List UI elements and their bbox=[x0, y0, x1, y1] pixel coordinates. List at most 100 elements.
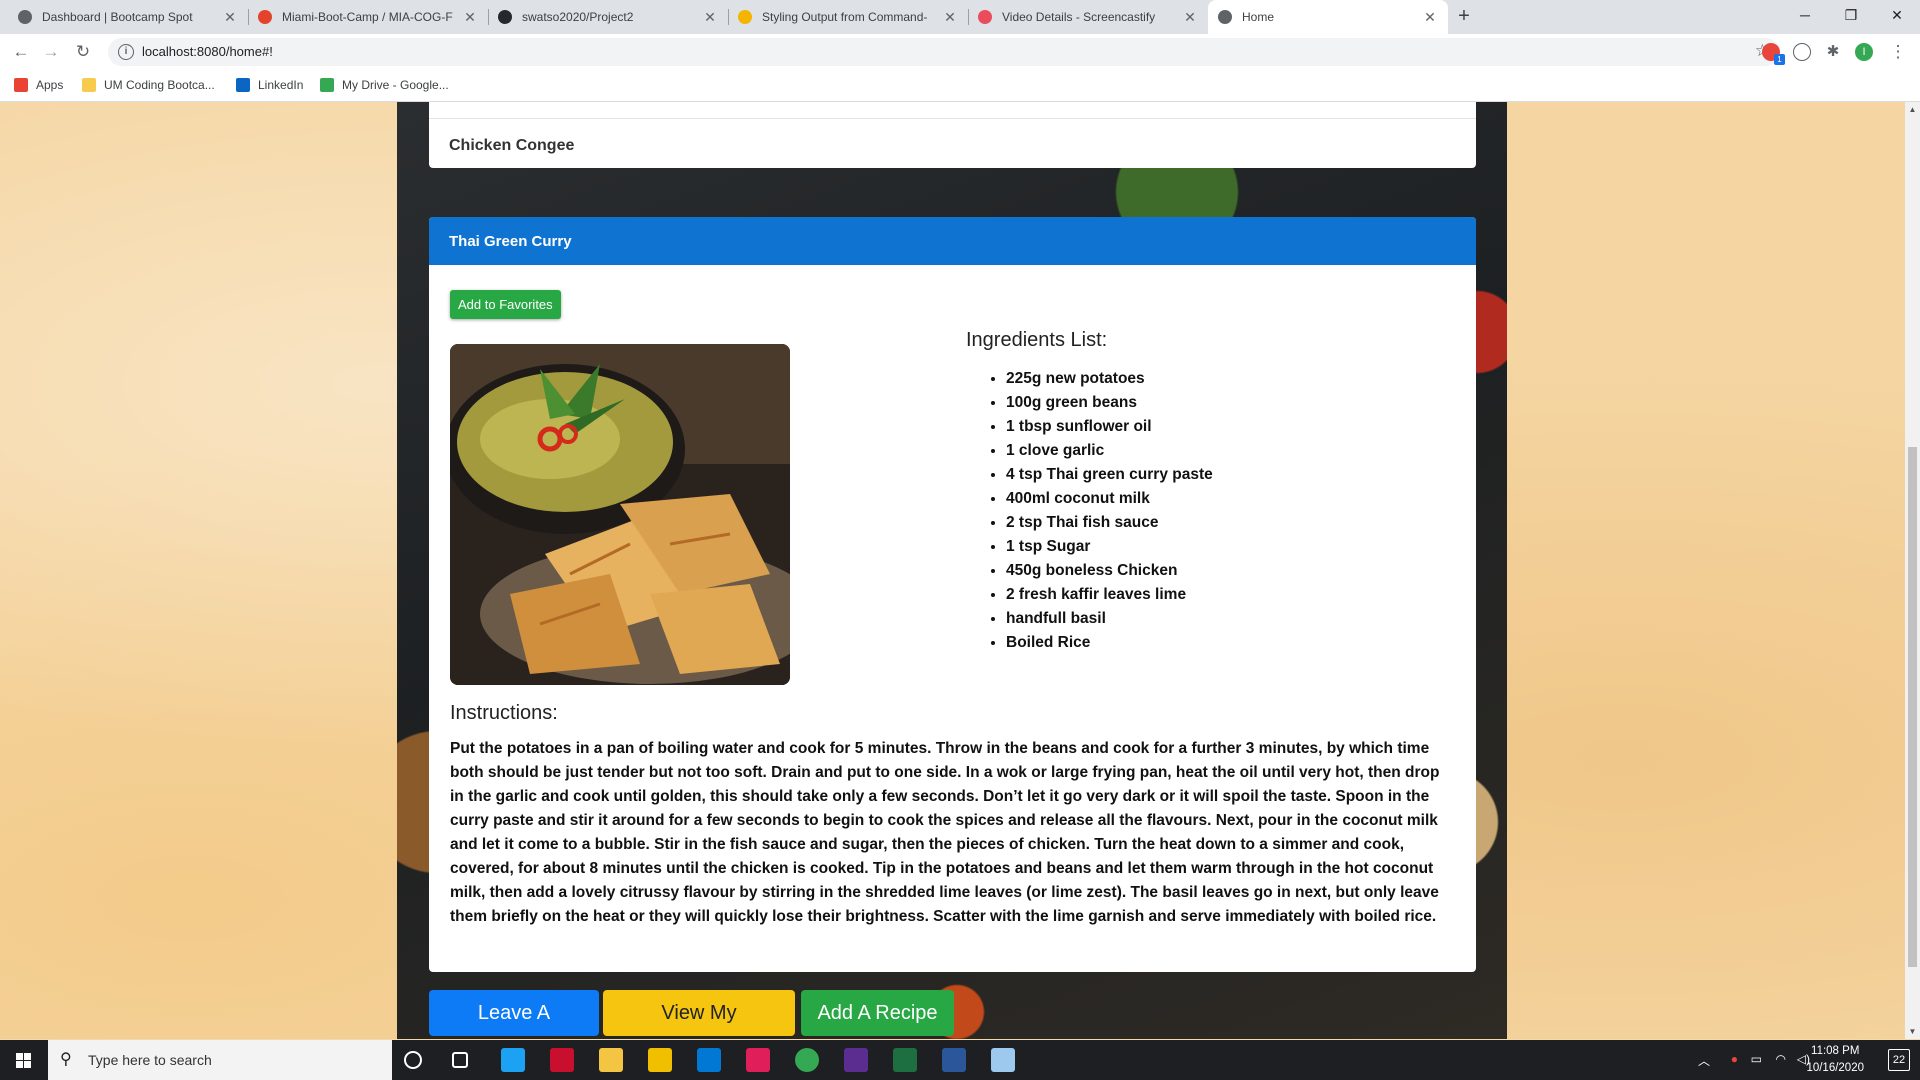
address-url[interactable]: localhost:8080/home#! bbox=[142, 44, 273, 59]
scrollbar-thumb[interactable] bbox=[1908, 447, 1917, 967]
ingredient-item: 450g boneless Chicken bbox=[1006, 559, 1213, 583]
ingredient-item: 1 tbsp sunflower oil bbox=[1006, 415, 1213, 439]
wifi-icon[interactable]: ◠ bbox=[1776, 1052, 1786, 1066]
bookmark-label: UM Coding Bootca... bbox=[104, 78, 215, 92]
tab-favicon-icon bbox=[498, 10, 512, 24]
bookmark-item[interactable]: Apps bbox=[14, 78, 63, 92]
ingredient-item: 1 tsp Sugar bbox=[1006, 535, 1213, 559]
bookmark-item[interactable]: LinkedIn bbox=[236, 78, 303, 92]
start-button[interactable] bbox=[0, 1040, 48, 1080]
instructions-heading: Instructions: bbox=[450, 702, 558, 724]
page-viewport: Chicken Congee Thai Green Curry Add to F… bbox=[0, 102, 1905, 1039]
browser-tab[interactable]: Styling Output from Command- ✕ bbox=[728, 0, 968, 34]
apps-grid-icon bbox=[14, 78, 28, 92]
ingredients-heading: Ingredients List: bbox=[966, 329, 1108, 351]
git-icon[interactable] bbox=[648, 1048, 672, 1072]
chrome-icon[interactable] bbox=[795, 1048, 819, 1072]
window-maximize-button[interactable]: ❐ bbox=[1828, 0, 1874, 30]
browser-tab[interactable]: swatso2020/Project2 ✕ bbox=[488, 0, 728, 34]
site-info-icon[interactable]: i bbox=[118, 44, 134, 60]
tab-title: Video Details - Screencastify bbox=[1002, 10, 1156, 24]
bookmark-label: Apps bbox=[36, 78, 64, 92]
recipe-header[interactable]: Thai Green Curry bbox=[429, 217, 1476, 265]
tab-title: Styling Output from Command- bbox=[762, 10, 928, 24]
address-bar[interactable]: i localhost:8080/home#! ☆ bbox=[108, 38, 1780, 66]
tab-title: Home bbox=[1242, 10, 1275, 24]
reload-icon[interactable]: ↻ bbox=[72, 41, 94, 63]
ingredient-item: handfull basil bbox=[1006, 607, 1213, 631]
lumio-icon[interactable] bbox=[501, 1048, 525, 1072]
ingredient-item: 225g new potatoes bbox=[1006, 367, 1213, 391]
ingredient-item: 400ml coconut milk bbox=[1006, 487, 1213, 511]
scroll-down-arrow-icon[interactable]: ▼ bbox=[1905, 1024, 1920, 1039]
screencastify-icon[interactable] bbox=[1793, 43, 1811, 61]
tab-favicon-icon bbox=[738, 10, 752, 24]
window-minimize-button[interactable]: ─ bbox=[1782, 0, 1828, 30]
notification-center-icon[interactable]: 22 bbox=[1888, 1049, 1910, 1071]
add-recipe-button[interactable]: Add A Recipe bbox=[801, 990, 954, 1036]
ingredient-item: 1 clove garlic bbox=[1006, 439, 1213, 463]
file-explorer-icon[interactable] bbox=[599, 1048, 623, 1072]
back-arrow-icon[interactable]: ← bbox=[10, 41, 32, 63]
leave-review-button[interactable]: Leave A Review bbox=[429, 990, 599, 1036]
profile-avatar[interactable]: I bbox=[1855, 43, 1873, 61]
tab-close-icon[interactable]: ✕ bbox=[222, 9, 238, 26]
ingredient-item: Boiled Rice bbox=[1006, 631, 1213, 655]
instructions-text: Put the potatoes in a pan of boiling wat… bbox=[450, 740, 1440, 925]
view-favorites-button[interactable]: View My Favorites bbox=[603, 990, 795, 1036]
battery-icon[interactable]: ▭ bbox=[1751, 1052, 1762, 1066]
slack-icon[interactable] bbox=[746, 1048, 770, 1072]
tray-chevron-icon[interactable]: ︿ bbox=[1698, 1052, 1710, 1069]
snip-icon[interactable] bbox=[991, 1048, 1015, 1072]
vscode-icon[interactable] bbox=[697, 1048, 721, 1072]
folder-icon bbox=[82, 78, 96, 92]
scroll-up-arrow-icon[interactable]: ▲ bbox=[1905, 102, 1920, 117]
recipe-card-chicken-congee: Chicken Congee bbox=[429, 102, 1476, 168]
bookmark-label: My Drive - Google... bbox=[342, 78, 449, 92]
ingredient-item: 100g green beans bbox=[1006, 391, 1213, 415]
browser-tab-strip: Dashboard | Bootcamp Spot ✕ Miami-Boot-Cam… bbox=[0, 0, 1920, 34]
browser-tab[interactable]: Dashboard | Bootcamp Spot ✕ bbox=[8, 0, 248, 34]
task-view-icon[interactable] bbox=[452, 1052, 468, 1068]
add-to-favorites-button[interactable]: Add to Favorites bbox=[450, 290, 561, 319]
browser-tab[interactable]: Miami-Boot-Camp / MIA-COG-F ✕ bbox=[248, 0, 488, 34]
word-icon[interactable] bbox=[942, 1048, 966, 1072]
new-tab-button[interactable]: + bbox=[1453, 6, 1475, 28]
excel-icon[interactable] bbox=[893, 1048, 917, 1072]
ingredients-list: 225g new potatoes100g green beans1 tbsp … bbox=[1006, 367, 1213, 655]
cortana-icon[interactable] bbox=[404, 1051, 422, 1069]
tab-title: Dashboard | Bootcamp Spot bbox=[42, 10, 193, 24]
forward-arrow-icon[interactable]: → bbox=[40, 41, 62, 63]
tab-favicon-icon bbox=[978, 10, 992, 24]
bookmark-item[interactable]: My Drive - Google... bbox=[320, 78, 449, 92]
tray-app-icon[interactable]: ● bbox=[1731, 1052, 1738, 1066]
browser-tab[interactable]: Video Details - Screencastify ✕ bbox=[968, 0, 1208, 34]
linkedin-icon bbox=[236, 78, 250, 92]
bookmarks-bar: Apps UM Coding Bootca... LinkedIn My Drive … bbox=[0, 70, 1920, 102]
tab-close-icon[interactable]: ✕ bbox=[1182, 9, 1198, 26]
search-placeholder[interactable]: Type here to search bbox=[88, 1052, 212, 1068]
tab-close-icon[interactable]: ✕ bbox=[942, 9, 958, 26]
visual-studio-icon[interactable] bbox=[844, 1048, 868, 1072]
search-icon: ⚲ bbox=[60, 1051, 72, 1068]
puzzle-extensions-icon[interactable]: ✱ bbox=[1824, 43, 1842, 61]
tab-close-icon[interactable]: ✕ bbox=[462, 9, 478, 26]
page-scrollbar[interactable]: ▲ ▼ bbox=[1905, 102, 1920, 1039]
window-close-button[interactable]: ✕ bbox=[1874, 0, 1920, 30]
system-clock[interactable]: 11:08 PM 10/16/2020 bbox=[1806, 1043, 1864, 1077]
taskbar-search-box[interactable]: ⚲ Type here to search bbox=[48, 1040, 392, 1080]
menu-kebab-icon[interactable]: ⋮ bbox=[1887, 41, 1909, 63]
recipe-title[interactable]: Chicken Congee bbox=[449, 137, 574, 155]
tab-title: swatso2020/Project2 bbox=[522, 10, 634, 24]
ingredient-item: 4 tsp Thai green curry paste bbox=[1006, 463, 1213, 487]
mcafee-icon[interactable] bbox=[550, 1048, 574, 1072]
browser-tab[interactable]: Home ✕ bbox=[1208, 0, 1448, 34]
tab-close-icon[interactable]: ✕ bbox=[702, 9, 718, 26]
google-drive-icon bbox=[320, 78, 334, 92]
recipe-title: Thai Green Curry bbox=[449, 233, 572, 250]
card-divider bbox=[429, 118, 1476, 119]
ingredient-item: 2 tsp Thai fish sauce bbox=[1006, 511, 1213, 535]
tab-close-icon[interactable]: ✕ bbox=[1422, 9, 1438, 26]
tab-favicon-icon bbox=[258, 10, 272, 24]
bookmark-item[interactable]: UM Coding Bootca... bbox=[82, 78, 215, 92]
